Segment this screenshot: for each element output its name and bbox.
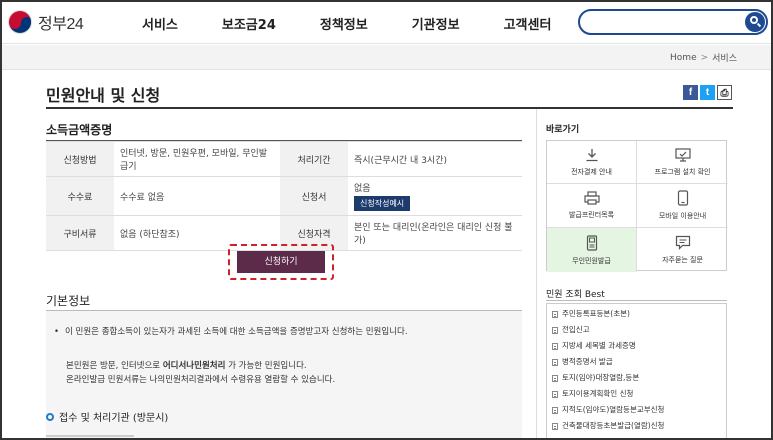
service-info-table: 신청방법 인터넷, 방문, 민원우편, 모바일, 무인발급기 처리기간 즉시(근… bbox=[46, 141, 522, 251]
nav-item-subsidy24[interactable]: 보조금24 bbox=[222, 14, 276, 33]
printer-icon bbox=[583, 191, 600, 205]
list-item[interactable]: 전입신고 bbox=[547, 322, 726, 338]
basic-info-title: 기본정보 bbox=[46, 294, 91, 308]
breadcrumb: Home > 서비스 bbox=[670, 51, 737, 65]
print-icon[interactable]: ⎙ bbox=[717, 85, 732, 100]
main-content: 소득금액증명 신청방법 인터넷, 방문, 민원우편, 모바일, 무인발급기 처리… bbox=[46, 109, 522, 438]
table-header-cell: 처리기간 bbox=[280, 141, 348, 177]
quick-link-mobile-guide[interactable]: 모바일 이용안내 bbox=[637, 184, 728, 228]
quick-links-grid: 전자결제 안내 프로그램 설치 확인 발급프린터목록 모바일 이용안내 무인민원… bbox=[546, 140, 728, 272]
table-header-cell: 신청서 bbox=[280, 176, 348, 216]
logo[interactable]: 정부24 bbox=[8, 9, 84, 35]
info-paragraph: 본민원은 방문, 인터넷으로 어디서나민원처리 가 가능한 민원입니다. 온라인… bbox=[66, 359, 335, 387]
document-icon bbox=[552, 406, 558, 414]
document-icon bbox=[552, 390, 558, 398]
apply-highlight: 신청하기 bbox=[228, 244, 334, 280]
taegeuk-logo-icon bbox=[8, 10, 32, 34]
search-button[interactable] bbox=[745, 12, 765, 32]
anywhere-civil-link[interactable]: 어디서나민원처리 bbox=[163, 361, 226, 371]
info-line-1: 본민원은 방문, 인터넷으로 어디서나민원처리 가 가능한 민원입니다. bbox=[66, 361, 307, 371]
kiosk-icon bbox=[586, 234, 597, 251]
circle-bullet-icon bbox=[46, 412, 54, 421]
best-list: 주민등록표등본(초본) 전입신고 지방세 세목별 과세증명 병적증명서 발급 토… bbox=[546, 303, 727, 438]
facebook-icon[interactable]: f bbox=[683, 85, 698, 100]
nav-item-services[interactable]: 서비스 bbox=[142, 14, 178, 33]
document-icon bbox=[552, 422, 558, 430]
search-input[interactable] bbox=[590, 14, 740, 30]
reception-agency-title: 접수 및 처리기관 (방문시) bbox=[46, 409, 168, 424]
quick-link-e-payment[interactable]: 전자결제 안내 bbox=[547, 141, 637, 184]
document-icon bbox=[552, 342, 558, 350]
service-title: 소득금액증명 bbox=[46, 123, 113, 137]
basic-info-box: 이 민원은 종합소득이 있는자가 과세된 소득에 대한 소득금액을 증명받고자 … bbox=[46, 311, 522, 438]
list-item[interactable]: 토지이용계획확인 신청 bbox=[547, 386, 726, 402]
quick-link-printer-list[interactable]: 발급프린터목록 bbox=[547, 184, 637, 228]
document-icon bbox=[552, 358, 558, 366]
best-divider bbox=[546, 300, 727, 301]
sub-divider bbox=[46, 435, 134, 437]
table-cell: 본인 또는 대리인(온라인은 대리인 신청 불가) bbox=[348, 215, 522, 251]
twitter-icon[interactable]: t bbox=[700, 85, 715, 100]
chat-icon bbox=[675, 235, 690, 250]
sidebar: 바로가기 전자결제 안내 프로그램 설치 확인 발급프린터목록 모바일 이용안내… bbox=[536, 109, 733, 438]
list-item[interactable]: 건축물대장등초본발급(열람)신청 bbox=[547, 418, 726, 434]
best-list-title: 민원 조회 Best bbox=[546, 290, 605, 300]
site-header: 정부24 서비스 보조금24 정책정보 기관정보 고객센터 bbox=[2, 2, 771, 44]
search-box bbox=[578, 9, 768, 35]
table-row: 수수료 수수료 없음 신청서 없음 신청작성예시 bbox=[46, 176, 522, 216]
info-line-2: 온라인발급 민원서류는 나의민원처리결과에서 수령유용 열람할 수 있습니다. bbox=[66, 375, 336, 385]
nav-item-policy[interactable]: 정책정보 bbox=[320, 14, 368, 33]
nav-item-customer-center[interactable]: 고객센터 bbox=[504, 14, 552, 33]
page-title: 민원안내 및 신청 bbox=[46, 86, 161, 105]
mobile-icon bbox=[677, 190, 688, 206]
table-cell: 즉시(근무시간 내 3시간) bbox=[348, 141, 522, 177]
document-icon bbox=[552, 326, 558, 334]
quick-link-unmanned-kiosk[interactable]: 무인민원발급 bbox=[547, 228, 637, 272]
table-header-cell: 수수료 bbox=[46, 176, 114, 216]
breadcrumb-bar: Home > 서비스 bbox=[2, 45, 771, 70]
list-item[interactable]: 지방세 세목별 과세증명 bbox=[547, 338, 726, 354]
browser-frame: 정부24 서비스 보조금24 정책정보 기관정보 고객센터 Home > 서비스… bbox=[0, 0, 773, 440]
breadcrumb-current[interactable]: 서비스 bbox=[712, 51, 737, 64]
apply-button[interactable]: 신청하기 bbox=[237, 251, 325, 273]
form-example-button[interactable]: 신청작성예시 bbox=[354, 196, 411, 211]
quick-link-program-check[interactable]: 프로그램 설치 확인 bbox=[637, 141, 728, 184]
quick-link-faq[interactable]: 자주묻는 질문 bbox=[637, 228, 728, 272]
download-icon bbox=[586, 148, 597, 161]
table-row: 신청방법 인터넷, 방문, 민원우편, 모바일, 무인발급기 처리기간 즉시(근… bbox=[46, 141, 522, 177]
list-item[interactable]: 주민등록표등본(초본) bbox=[547, 306, 726, 322]
list-item[interactable]: 토지(임야)대장열람,등본 bbox=[547, 370, 726, 386]
info-bullet: 이 민원은 종합소득이 있는자가 과세된 소득에 대한 소득금액을 증명받고자 … bbox=[54, 325, 408, 337]
document-icon bbox=[552, 310, 558, 318]
nav-item-agency[interactable]: 기관정보 bbox=[412, 14, 460, 33]
list-item[interactable]: 지적도(임야도)열람등본교부신청 bbox=[547, 402, 726, 418]
breadcrumb-separator: > bbox=[700, 52, 709, 63]
document-icon bbox=[552, 374, 558, 382]
table-header-cell: 신청방법 bbox=[46, 141, 114, 177]
application-form-value: 없음 bbox=[354, 184, 371, 194]
logo-text: 정부24 bbox=[38, 16, 84, 33]
table-cell: 수수료 없음 bbox=[114, 176, 280, 216]
list-item[interactable]: 병적증명서 발급 bbox=[547, 354, 726, 370]
table-cell: 인터넷, 방문, 민원우편, 모바일, 무인발급기 bbox=[114, 141, 280, 177]
breadcrumb-home[interactable]: Home bbox=[670, 53, 697, 63]
main-nav: 서비스 보조금24 정책정보 기관정보 고객센터 bbox=[142, 2, 595, 44]
table-header-cell: 구비서류 bbox=[46, 215, 114, 251]
table-cell: 없음 신청작성예시 bbox=[348, 176, 522, 216]
monitor-icon bbox=[674, 147, 691, 162]
share-buttons: f t ⎙ bbox=[683, 85, 734, 100]
quick-links-title: 바로가기 bbox=[546, 125, 580, 135]
